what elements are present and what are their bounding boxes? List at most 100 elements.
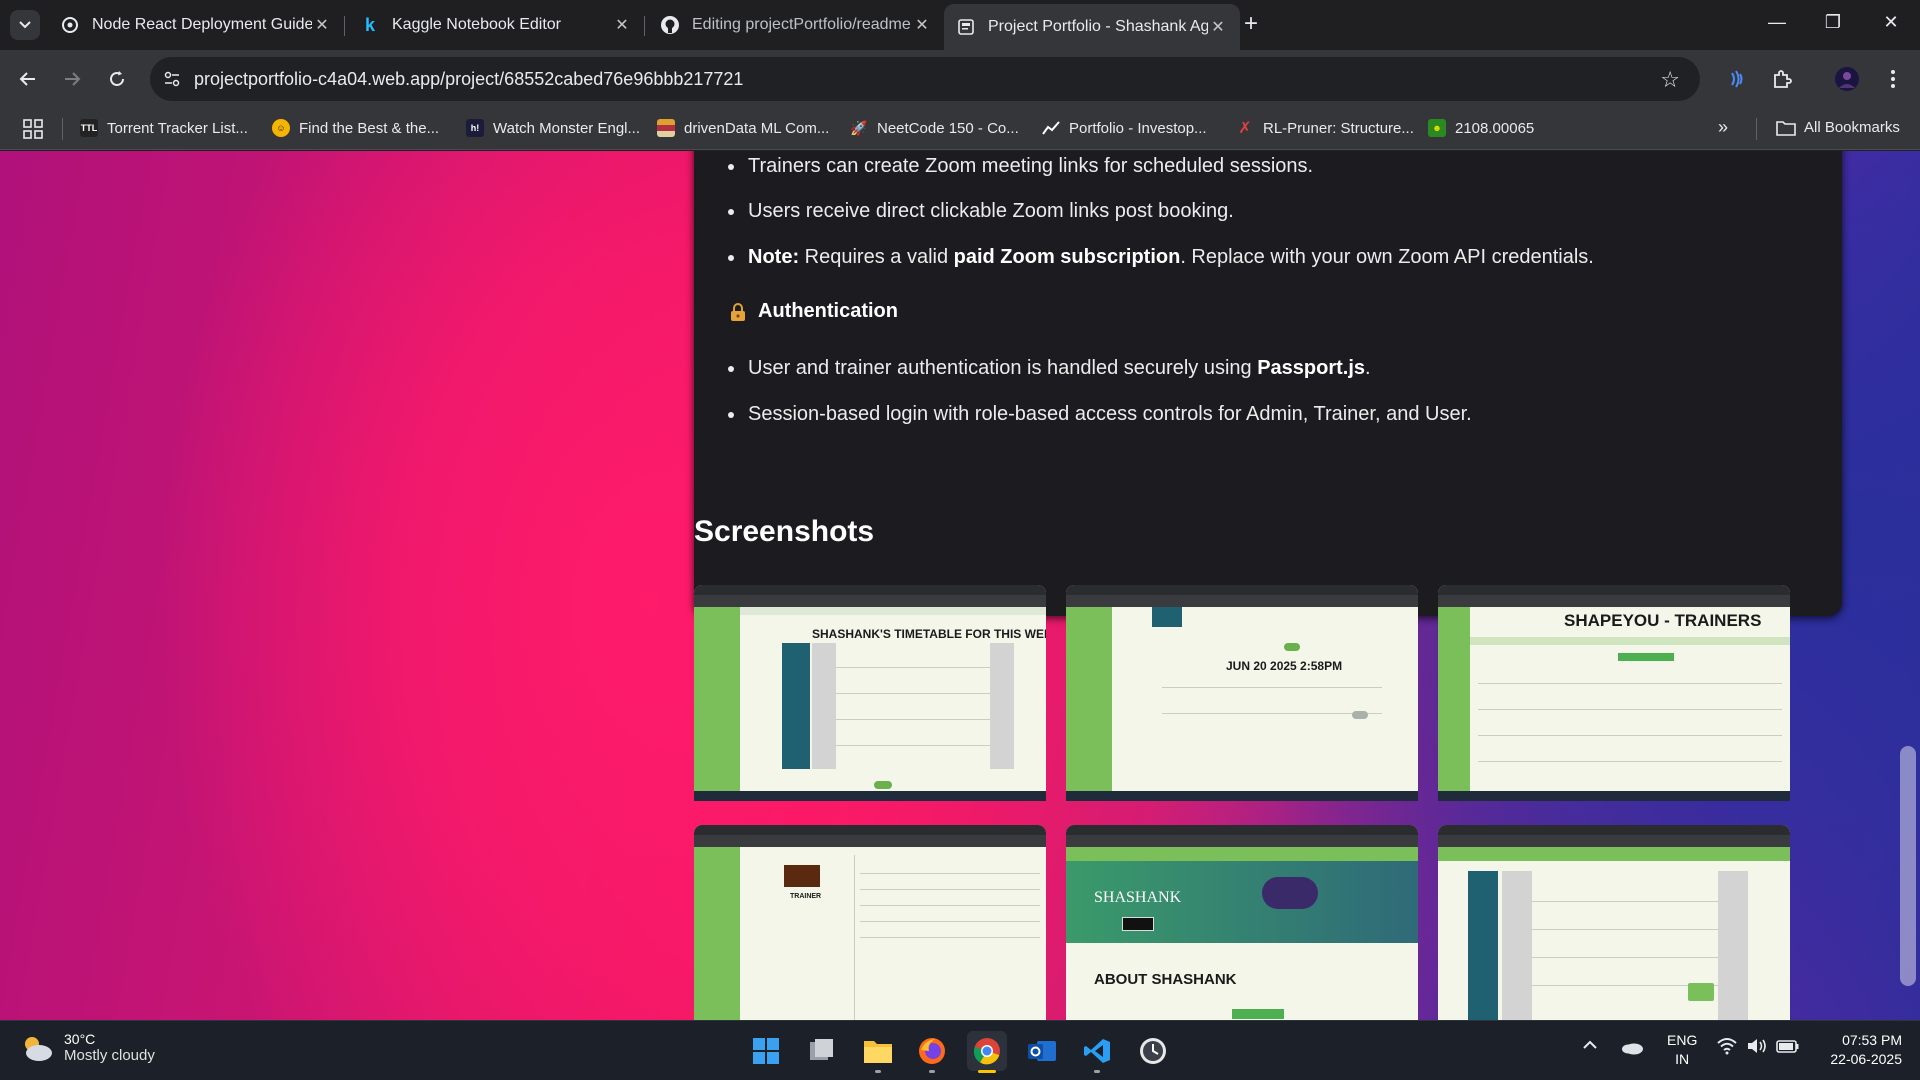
screenshot-title: SHAPEYOU - TRAINERS (1564, 611, 1762, 630)
outlook-button[interactable] (1022, 1031, 1062, 1071)
openai-icon (60, 15, 80, 35)
all-bookmarks-button[interactable]: All Bookmarks (1776, 119, 1900, 136)
bookmark-find-best[interactable]: ☺ Find the Best & the... (272, 119, 439, 137)
close-icon[interactable]: ✕ (612, 15, 632, 35)
note-text-bold: paid Zoom subscription (953, 246, 1181, 268)
bookmark-torrent-tracker[interactable]: TTL Torrent Tracker List... (80, 119, 248, 137)
bookmark-label: Find the Best & the... (299, 119, 440, 137)
more-menu-icon[interactable] (1878, 64, 1908, 94)
new-tab-button[interactable]: + (1244, 12, 1258, 36)
vscode-icon (1084, 1039, 1110, 1063)
auth-text-post: . (1365, 357, 1371, 379)
chevron-down-icon (19, 21, 31, 29)
apps-grid-icon[interactable] (22, 118, 44, 140)
bookmark-label: Watch Monster Engl... (493, 119, 640, 137)
page-scrollbar-thumb[interactable] (1900, 746, 1916, 986)
screenshot-thumbnail[interactable]: JUN 20 2025 2:58PM (1066, 585, 1418, 801)
task-view-icon (810, 1039, 833, 1060)
extensions-puzzle-icon[interactable] (1767, 64, 1797, 94)
bookmark-rl-pruner[interactable]: ✗ RL-Pruner: Structure... (1236, 119, 1414, 138)
screenshot-thumbnail[interactable] (1438, 825, 1790, 1020)
bookmark-drivendata[interactable]: drivenData ML Com... (657, 119, 829, 137)
file-explorer-button[interactable] (858, 1031, 898, 1073)
reload-button[interactable] (101, 63, 133, 95)
start-button[interactable] (746, 1031, 786, 1071)
lang-line2: IN (1675, 1051, 1690, 1067)
clock-time: 07:53 PM (1842, 1032, 1902, 1048)
bookmark-label: NeetCode 150 - Co... (877, 119, 1019, 137)
bookmark-neetcode[interactable]: 🚀 NeetCode 150 - Co... (850, 119, 1019, 137)
arxiv-icon: ✗ (1238, 120, 1252, 137)
restore-icon[interactable]: ❐ (1810, 12, 1856, 33)
back-arrow-icon (19, 72, 35, 86)
auth-text-pre: User and trainer authentication is handl… (748, 357, 1258, 379)
language-indicator[interactable]: ENG IN (1667, 1031, 1697, 1069)
speech-icon[interactable] (1722, 64, 1752, 94)
close-icon[interactable]: ✕ (312, 15, 332, 35)
close-window-icon[interactable]: ✕ (1868, 12, 1914, 33)
bookmarks-bar: TTL Torrent Tracker List... ☺ Find the B… (0, 108, 1920, 150)
bookmark-label: drivenData ML Com... (684, 119, 830, 137)
back-button[interactable] (12, 63, 44, 95)
windows-taskbar: 30°C Mostly cloudy ENG IN 07:53 PM 22-06… (0, 1020, 1920, 1080)
page-icon (956, 17, 976, 37)
firefox-icon (919, 1038, 945, 1064)
weather-condition: Mostly cloudy (64, 1047, 155, 1064)
screenshot-thumbnail[interactable]: TRAINER (694, 825, 1046, 1020)
bookmark-portfolio-investopedia[interactable]: Portfolio - Investop... (1042, 119, 1207, 137)
note-label: Note: (748, 246, 800, 268)
close-icon[interactable]: ✕ (1208, 17, 1228, 37)
tab-title: Node React Deployment Guide (92, 16, 312, 33)
address-bar[interactable]: projectportfolio-c4a04.web.app/project/6… (150, 57, 1700, 101)
bookmark-label: Portfolio - Investop... (1069, 119, 1207, 137)
wifi-icon[interactable] (1716, 1037, 1738, 1060)
folder-icon (864, 1041, 892, 1063)
site-info-icon[interactable] (158, 65, 186, 93)
browser-toolbar: projectportfolio-c4a04.web.app/project/6… (0, 50, 1920, 108)
tab-title: Editing projectPortfolio/readme (692, 16, 911, 33)
clock-app-button[interactable] (1133, 1031, 1173, 1071)
bookmark-label: Torrent Tracker List... (107, 119, 248, 137)
firefox-button[interactable] (912, 1031, 952, 1073)
note-text-pre: Requires a valid (799, 246, 954, 268)
show-hidden-icons-icon[interactable] (1582, 1037, 1598, 1055)
note-text-post: . Replace with your own Zoom API credent… (1180, 246, 1594, 268)
bookmark-label: RL-Pruner: Structure... (1263, 119, 1414, 137)
screenshot-thumbnail[interactable]: SHAPEYOU - TRAINERS (1438, 585, 1790, 801)
profile-avatar[interactable] (1832, 64, 1862, 94)
kaggle-icon: k (364, 14, 375, 35)
url-text: projectportfolio-c4a04.web.app/project/6… (194, 68, 744, 89)
hi-icon: h! (466, 119, 484, 137)
onedrive-icon[interactable] (1620, 1039, 1644, 1060)
auth-text-bold: Passport.js (1257, 357, 1366, 379)
tab-search-button[interactable] (10, 10, 40, 40)
page-viewport: Trainers can create Zoom meeting links f… (0, 151, 1920, 1020)
screenshot-thumbnail[interactable]: SHASHANK'S TIMETABLE FOR THIS WEEK. (694, 585, 1046, 801)
task-view-button[interactable] (801, 1031, 841, 1071)
volume-icon[interactable] (1746, 1037, 1768, 1060)
reload-icon (110, 71, 124, 86)
bookmark-watch-monster[interactable]: h! Watch Monster Engl... (466, 119, 640, 137)
vscode-button[interactable] (1077, 1031, 1117, 1073)
system-clock[interactable]: 07:53 PM 22-06-2025 (1818, 1031, 1902, 1069)
forward-button[interactable] (56, 63, 88, 95)
tab-kaggle[interactable]: k Kaggle Notebook Editor ✕ (348, 6, 644, 44)
close-icon[interactable]: ✕ (912, 15, 932, 35)
screenshot-title: TRAINER (790, 893, 822, 900)
battery-icon[interactable] (1776, 1037, 1800, 1060)
tab-separator (344, 16, 345, 36)
minimize-icon[interactable]: — (1754, 12, 1800, 33)
chrome-button[interactable] (967, 1031, 1007, 1073)
more-bookmarks-icon[interactable]: » (1718, 117, 1728, 138)
bookmark-star-icon[interactable]: ☆ (1660, 67, 1680, 93)
tab-github[interactable]: Editing projectPortfolio/readme ✕ (648, 6, 944, 44)
tab-node-react[interactable]: Node React Deployment Guide ✕ (48, 6, 344, 44)
weather-widget[interactable]: 30°C Mostly cloudy (20, 1031, 155, 1064)
tab-title: Kaggle Notebook Editor (392, 16, 561, 33)
bookmark-2108[interactable]: ☻ 2108.00065 (1428, 119, 1534, 137)
tab-title: Project Portfolio - Shashank Ag (988, 18, 1208, 35)
screenshot-thumbnail[interactable]: SHASHANK ABOUT SHASHANK (1066, 825, 1418, 1020)
tab-project-portfolio[interactable]: Project Portfolio - Shashank Ag ✕ (944, 4, 1240, 50)
github-icon (660, 15, 680, 35)
list-item: Session-based login with role-based acce… (728, 403, 1472, 425)
